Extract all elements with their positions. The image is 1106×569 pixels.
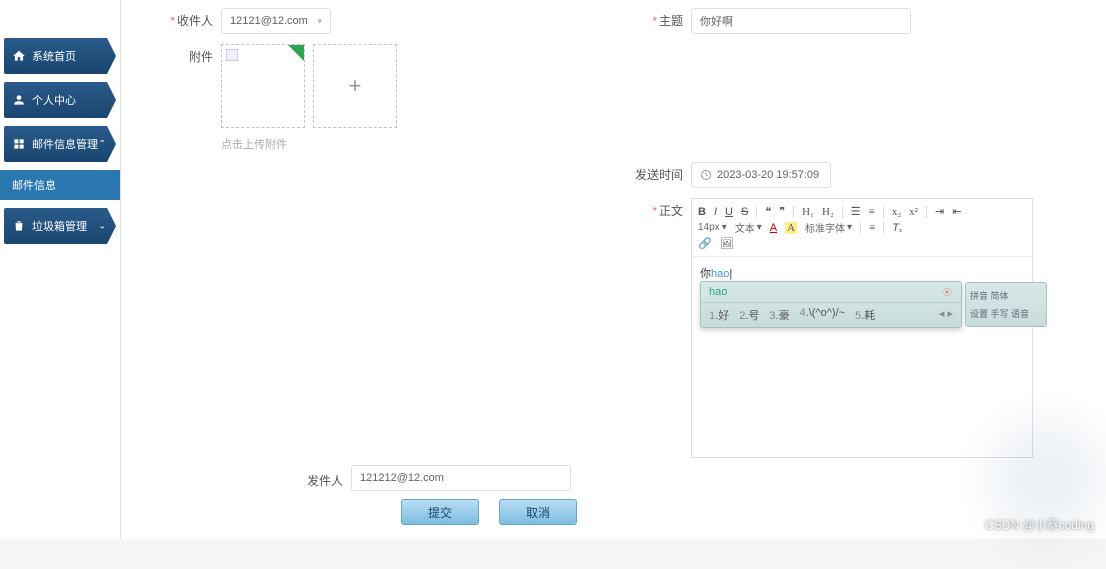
font-family-select[interactable]: 标准字体 ▾: [805, 220, 852, 235]
sidebar-item-trash[interactable]: 垃圾箱管理 ⌄: [4, 208, 116, 244]
send-time-label: 发送时间: [581, 162, 691, 183]
recipient-label: *收件人: [141, 8, 221, 29]
attachment-thumbnail[interactable]: [221, 44, 305, 128]
code-button[interactable]: ❞: [779, 205, 785, 218]
upload-hint: 点击上传附件: [221, 136, 287, 152]
rich-text-editor: B I U S ❝ ❞ H₁ H₂ ☰ ≡ x₂: [691, 198, 1033, 458]
sidebar-item-label: 系统首页: [32, 48, 76, 64]
align-button[interactable]: ≡: [869, 222, 875, 234]
bold-button[interactable]: B: [698, 206, 706, 218]
grid-icon: [12, 137, 26, 151]
clock-icon: [700, 169, 712, 181]
chevron-up-icon: ⌃: [98, 139, 106, 150]
watermark: CSDN @小蔡coding: [985, 516, 1094, 533]
image-button[interactable]: 🖼: [720, 237, 734, 250]
recipient-select[interactable]: 12121@12.com ▾: [221, 8, 331, 34]
sup-button[interactable]: x²: [909, 206, 918, 218]
send-time-input[interactable]: 2023-03-20 19:57:09: [691, 162, 831, 188]
ul-button[interactable]: ≡: [869, 206, 875, 218]
outdent-button[interactable]: ⇤: [952, 205, 961, 218]
user-icon: [12, 93, 26, 107]
sub-button[interactable]: x₂: [892, 206, 901, 218]
sidebar-item-label: 垃圾箱管理: [32, 218, 87, 234]
home-icon: [12, 49, 26, 63]
font-color-button[interactable]: A: [770, 222, 777, 234]
sidebar-item-home[interactable]: 系统首页: [4, 38, 116, 74]
sidebar-item-label: 邮件信息: [12, 177, 56, 193]
attachment-label: 附件: [141, 44, 221, 128]
link-button[interactable]: 🔗: [698, 237, 712, 250]
sidebar-item-profile[interactable]: 个人中心: [4, 82, 116, 118]
trash-icon: [12, 219, 26, 233]
ime-tools-panel[interactable]: 拼音 简体 设置 手写 语音: [965, 282, 1047, 327]
ime-candidates[interactable]: 1.好 2.号 3.豪 4.\(^o^)/~ 5.耗: [709, 307, 875, 323]
ime-page-nav[interactable]: ◂ ▸: [939, 307, 953, 323]
editor-content[interactable]: 你hao| hao 1.好 2.号 3.豪 4.\(^o^)/: [692, 257, 1032, 457]
send-time-value: 2023-03-20 19:57:09: [717, 169, 819, 181]
bg-color-button[interactable]: A: [785, 222, 797, 234]
cancel-button[interactable]: 取消: [499, 499, 577, 525]
editor-text: 你hao|: [700, 268, 732, 280]
subject-label: *主题: [611, 8, 691, 29]
sidebar-item-mail-mgmt[interactable]: 邮件信息管理 ⌃: [4, 126, 116, 162]
sender-input[interactable]: [351, 465, 571, 491]
attachment-area: +: [221, 44, 397, 128]
underline-button[interactable]: U: [725, 206, 733, 218]
editor-toolbar: B I U S ❝ ❞ H₁ H₂ ☰ ≡ x₂: [692, 199, 1032, 257]
clear-format-button[interactable]: Tₓ: [892, 222, 902, 234]
para-format-select[interactable]: 文本 ▾: [735, 220, 762, 235]
recipient-value: 12121@12.com: [230, 15, 308, 27]
attachment-add[interactable]: +: [313, 44, 397, 128]
indent-button[interactable]: ⇥: [935, 205, 944, 218]
ime-popup: hao 1.好 2.号 3.豪 4.\(^o^)/~ 5.耗 ◂ ▸: [700, 281, 962, 328]
plus-icon: +: [349, 73, 362, 99]
body-label: *正文: [581, 198, 691, 219]
quote-button[interactable]: ❝: [765, 205, 771, 218]
sidebar-item-label: 个人中心: [32, 92, 76, 108]
sidebar-item-label: 邮件信息管理: [32, 136, 98, 152]
h1-button[interactable]: H₁: [802, 206, 814, 218]
italic-button[interactable]: I: [714, 206, 717, 218]
sidebar: 系统首页 个人中心 邮件信息管理 ⌃ 邮件信息 垃圾箱管理 ⌄: [0, 0, 120, 539]
sender-label: 发件人: [271, 468, 351, 489]
submit-button[interactable]: 提交: [401, 499, 479, 525]
h2-button[interactable]: H₂: [822, 206, 834, 218]
eye-icon: [941, 286, 953, 298]
ol-button[interactable]: ☰: [851, 205, 861, 218]
font-size-select[interactable]: 14px ▾: [698, 222, 727, 233]
subject-input[interactable]: [691, 8, 911, 34]
strike-button[interactable]: S: [741, 206, 748, 218]
chevron-down-icon: ▾: [317, 16, 322, 27]
ime-input: hao: [709, 286, 727, 298]
chevron-down-icon: ⌄: [98, 221, 106, 232]
main-panel: *收件人 12121@12.com ▾ *主题 附件 + 点击上传附件: [120, 0, 1106, 539]
sidebar-item-mail-info[interactable]: 邮件信息: [0, 170, 120, 200]
